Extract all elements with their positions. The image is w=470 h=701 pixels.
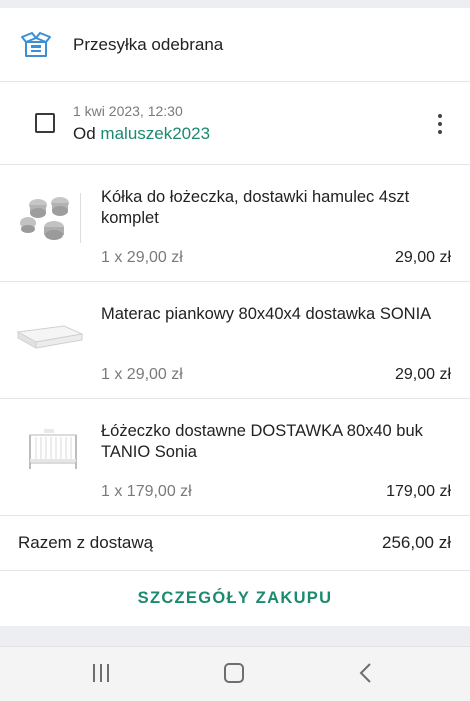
home-icon[interactable] bbox=[224, 663, 244, 683]
system-navigation-bar bbox=[0, 646, 470, 701]
wheels-thumbnail bbox=[20, 193, 81, 243]
order-date: 1 kwi 2023, 12:30 bbox=[73, 103, 183, 119]
back-icon[interactable] bbox=[358, 662, 372, 684]
item-price: 29,00 zł bbox=[394, 366, 451, 383]
order-header: 1 kwi 2023, 12:30 Od maluszek2023 bbox=[0, 82, 470, 165]
item-quantity: 1 x 179,00 zł bbox=[101, 483, 192, 500]
purchase-details-button[interactable]: SZCZEGÓŁY ZAKUPU bbox=[0, 571, 470, 626]
total-value: 256,00 zł bbox=[382, 533, 451, 552]
item-price: 179,00 zł bbox=[386, 483, 451, 500]
total-label: Razem z dostawą bbox=[18, 533, 154, 552]
order-item-3[interactable]: Łóżeczko dostawne DOSTAWKA 80x40 buk TAN… bbox=[0, 399, 470, 516]
item-name: Kółka do łożeczka, dostawki hamulec 4szt… bbox=[101, 188, 410, 227]
recent-apps-icon[interactable] bbox=[93, 664, 111, 682]
order-item-1[interactable]: Kółka do łożeczka, dostawki hamulec 4szt… bbox=[0, 165, 470, 282]
mattress-thumbnail bbox=[16, 325, 84, 349]
item-quantity: 1 x 29,00 zł bbox=[101, 366, 183, 383]
seller-name-link[interactable]: maluszek2023 bbox=[100, 124, 210, 143]
seller-prefix: Od bbox=[73, 124, 96, 143]
order-card: Przesyłka odebrana 1 kwi 2023, 12:30 Od … bbox=[0, 8, 470, 626]
item-price: 29,00 zł bbox=[394, 249, 451, 266]
order-item-2[interactable]: Materac piankowy 80x40x4 dostawka SONIA … bbox=[0, 282, 470, 399]
more-vertical-icon[interactable] bbox=[436, 114, 444, 136]
order-total-row: Razem z dostawą 256,00 zł bbox=[0, 514, 470, 571]
item-name: Łóżeczko dostawne DOSTAWKA 80x40 buk TAN… bbox=[101, 422, 423, 461]
item-name: Materac piankowy 80x40x4 dostawka SONIA bbox=[101, 305, 432, 323]
order-checkbox[interactable] bbox=[35, 113, 55, 133]
delivery-status-title: Przesyłka odebrana bbox=[73, 35, 224, 54]
seller-line: Od maluszek2023 bbox=[73, 124, 210, 144]
crib-thumbnail bbox=[29, 429, 77, 469]
item-quantity: 1 x 29,00 zł bbox=[101, 249, 183, 266]
open-box-icon bbox=[21, 32, 51, 57]
delivery-status-row: Przesyłka odebrana bbox=[0, 8, 470, 82]
